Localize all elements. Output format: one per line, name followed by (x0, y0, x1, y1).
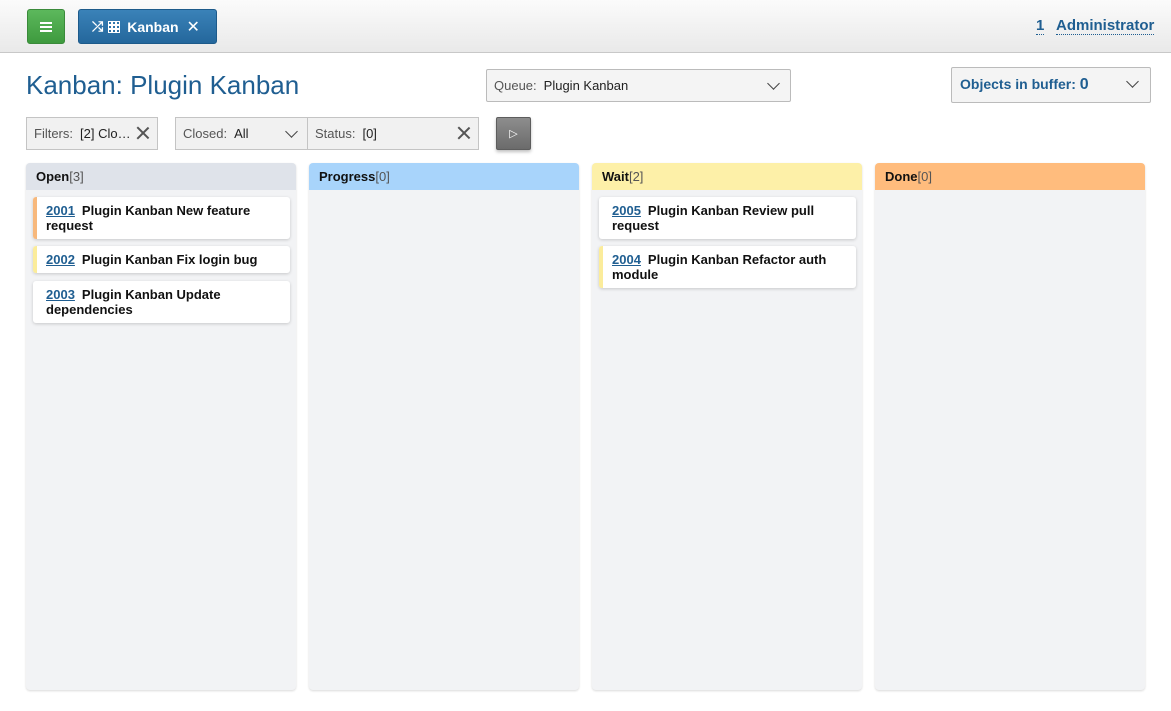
close-icon[interactable] (457, 126, 470, 139)
chevron-down-icon (767, 77, 780, 90)
column-wait: Wait [2] 2005 Plugin Kanban Review pull re… (592, 163, 862, 690)
card-title: Plugin Kanban Refactor auth module (612, 252, 827, 282)
column-count: [3] (69, 169, 84, 184)
apply-filter-button[interactable]: ▷ (496, 117, 531, 150)
status-value: [0] (362, 126, 377, 141)
top-bar: ⤮ Kanban ✕ 1 Administrator (0, 0, 1171, 53)
user-count-badge[interactable]: 1 (1036, 17, 1045, 35)
kanban-card[interactable]: 2002 Plugin Kanban Fix login bug (33, 246, 290, 273)
column-count: [0] (375, 169, 390, 184)
column-title: Progress (319, 169, 376, 184)
card-id-link[interactable]: 2005 (612, 203, 641, 218)
kanban-card[interactable]: 2005 Plugin Kanban Review pull request (599, 197, 856, 239)
kanban-card[interactable]: 2001 Plugin Kanban New feature request (33, 197, 290, 239)
column-header: Done [0] (875, 163, 1145, 190)
card-title: Plugin Kanban Fix login bug (81, 252, 258, 267)
column-count: [0] (917, 169, 932, 184)
card-title: Plugin Kanban Review pull request (612, 203, 815, 233)
buffer-count: 0 (1079, 76, 1089, 93)
tab-kanban[interactable]: ⤮ Kanban ✕ (78, 9, 217, 44)
card-accent (33, 197, 37, 239)
queue-value: Plugin Kanban (543, 78, 629, 93)
card-accent (599, 246, 603, 288)
main-menu-button[interactable] (27, 9, 65, 44)
card-id-link[interactable]: 2004 (612, 252, 641, 267)
card-title: Plugin Kanban New feature request (46, 203, 251, 233)
column-header: Wait [2] (592, 163, 862, 190)
closed-label: Closed: (183, 126, 228, 141)
card-accent (33, 246, 37, 273)
shuffle-icon: ⤮ (92, 18, 104, 34)
column-progress: Progress [0] (309, 163, 579, 690)
kanban-card[interactable]: 2004 Plugin Kanban Refactor auth module (599, 246, 856, 288)
closed-select[interactable]: Closed: All (175, 117, 308, 150)
filters-chip[interactable]: Filters: [2] Clo… (26, 117, 158, 150)
column-title: Done (885, 169, 918, 184)
column-count: [2] (628, 169, 644, 184)
column-open: Open [3] 2001 Plugin Kanban New feature re… (26, 163, 296, 690)
closed-value: All (234, 126, 249, 141)
buffer-label: Objects in buffer: (960, 76, 1076, 92)
card-id-link[interactable]: 2003 (46, 287, 75, 302)
card-id-link[interactable]: 2001 (46, 203, 75, 218)
user-name-link[interactable]: Administrator (1056, 17, 1155, 35)
close-icon[interactable] (136, 126, 149, 139)
objects-buffer-dropdown[interactable]: Objects in buffer: 0 (951, 67, 1151, 103)
column-header: Progress [0] (309, 163, 579, 190)
status-label: Status: (315, 126, 356, 141)
play-icon: ▷ (509, 128, 518, 140)
close-icon[interactable]: ✕ (187, 17, 200, 37)
column-header: Open [3] (26, 163, 296, 190)
column-done: Done [0] (875, 163, 1145, 690)
filters-label: Filters: (34, 126, 73, 141)
hamburger-icon (40, 22, 52, 32)
chevron-down-icon (1126, 75, 1139, 88)
column-title: Open (36, 169, 70, 184)
queue-label: Queue: (494, 78, 537, 93)
page-title: Kanban: Plugin Kanban (26, 70, 300, 100)
card-id-link[interactable]: 2002 (46, 252, 75, 267)
grid-icon (108, 20, 121, 33)
tab-label: Kanban (127, 18, 179, 35)
chevron-down-icon (285, 125, 298, 138)
status-chip[interactable]: Status: [0] (307, 117, 479, 150)
filters-value: [2] Clo… (80, 126, 131, 141)
buffer-text: Objects in buffer: 0 (960, 76, 1089, 94)
queue-select[interactable]: Queue: Plugin Kanban (486, 69, 791, 102)
kanban-card[interactable]: 2003 Plugin Kanban Update dependencies (33, 281, 290, 323)
column-title: Wait (602, 169, 629, 184)
